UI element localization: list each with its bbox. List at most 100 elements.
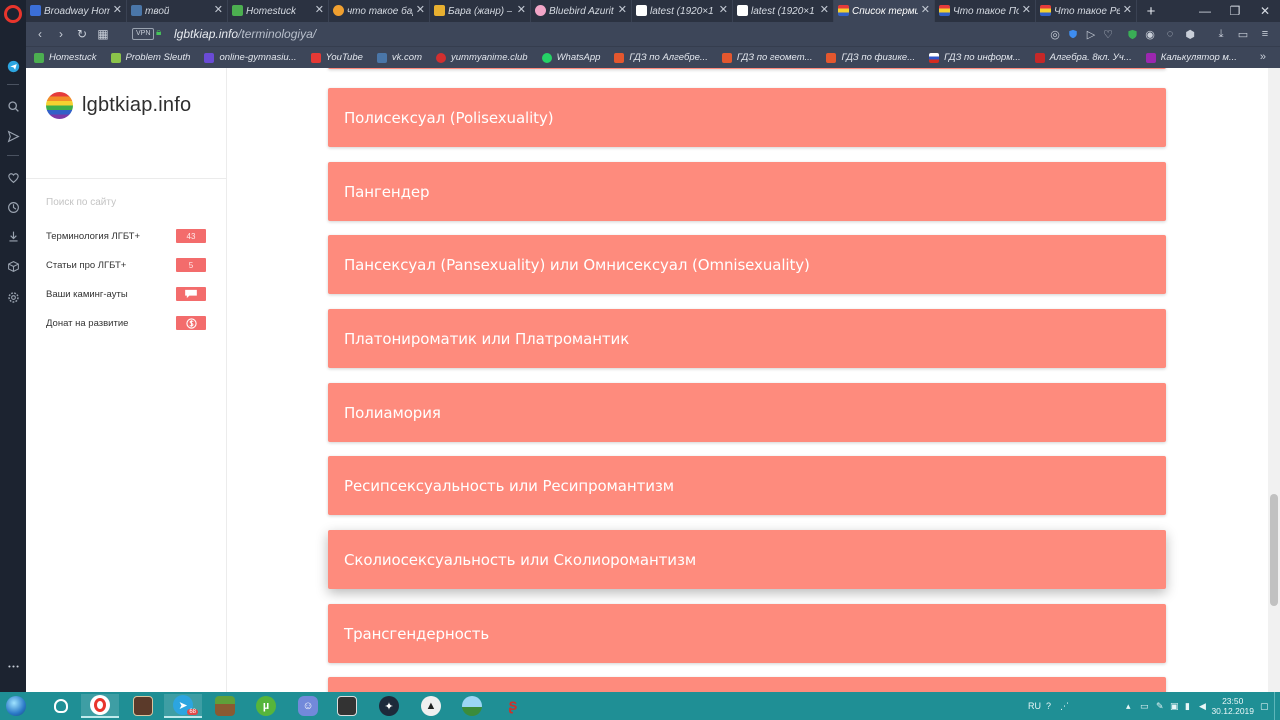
maximize-icon[interactable]: ❐ [1220, 0, 1250, 22]
notification-icon[interactable]: ▢ [1260, 692, 1269, 720]
help-icon[interactable]: ? [1046, 692, 1051, 720]
taskbar-app-game-two[interactable] [328, 694, 366, 718]
chevron-double-right-icon[interactable]: » [1260, 51, 1266, 63]
menu-item-donate[interactable]: Донат на развитие [46, 315, 206, 331]
site-search-input[interactable] [46, 194, 206, 210]
tab[interactable]: Бара (жанр) – ✕ [430, 0, 531, 22]
term-card[interactable]: Полисексуал (Polisexuality) [328, 88, 1166, 147]
bookmark-item[interactable]: WhatsApp [541, 52, 600, 63]
opera-logo-icon[interactable] [4, 5, 22, 23]
tab[interactable]: что такое бар ✕ [329, 0, 430, 22]
bookmark-item[interactable]: ГДЗ по геомет... [721, 52, 812, 63]
term-card[interactable]: Платонироматик или Платромантик [328, 309, 1166, 368]
url-field[interactable]: lgbtkiap.info/terminologiya/ [174, 27, 316, 41]
speed-dial-grid-icon[interactable]: ▦ [95, 26, 111, 42]
cube-extensions-icon[interactable] [0, 254, 26, 278]
tab[interactable]: Homestuck ✕ [228, 0, 329, 22]
tab-close-icon[interactable]: ✕ [315, 3, 324, 16]
taskbar-app-red[interactable]: ʂ [494, 694, 532, 718]
bookmark-item[interactable]: Калькулятор м... [1145, 52, 1237, 63]
term-card-partial[interactable] [328, 677, 1166, 692]
bookmark-item[interactable]: yummyanime.club [436, 52, 528, 63]
more-options-icon[interactable] [0, 654, 26, 678]
new-tab-plus-icon[interactable]: + [1137, 0, 1165, 22]
bookmark-item[interactable]: Homestuck [34, 52, 97, 63]
download-icon[interactable] [0, 224, 26, 248]
bookmark-item[interactable]: vk.com [376, 52, 422, 63]
tray-display-icon[interactable]: ▣ [1170, 692, 1179, 720]
tab[interactable]: Broadway Hom ✕ [26, 0, 127, 22]
taskbar-app-minecraft[interactable] [206, 694, 244, 718]
tab[interactable]: твой ✕ [127, 0, 228, 22]
tab-close-icon[interactable]: ✕ [921, 3, 930, 16]
bookmark-item[interactable]: ГДЗ по Алгебре... [614, 52, 708, 63]
tab-close-icon[interactable]: ✕ [517, 3, 526, 16]
forward-arrow-icon[interactable]: › [53, 26, 69, 42]
tab[interactable]: latest (1920×1 ✕ [733, 0, 834, 22]
history-clock-icon[interactable] [0, 195, 26, 219]
bookmark-item[interactable]: Problem Sleuth [110, 52, 190, 63]
bookmark-item[interactable]: ГДЗ по информ... [929, 52, 1021, 63]
bookmark-item[interactable]: YouTube [310, 52, 363, 63]
language-indicator[interactable]: RU [1028, 692, 1041, 720]
term-card[interactable]: Пангендер [328, 162, 1166, 221]
minimize-icon[interactable]: — [1190, 0, 1220, 22]
tray-signal-icon[interactable]: ▮ [1185, 692, 1190, 720]
tab-close-icon[interactable]: ✕ [1123, 3, 1132, 16]
taskbar-app-landscape[interactable] [453, 694, 491, 718]
term-card-partial[interactable] [328, 68, 1166, 69]
tab-close-icon[interactable]: ✕ [1022, 3, 1031, 16]
bookmark-item[interactable]: online-gymnasiu... [204, 52, 297, 63]
tab[interactable]: Bluebird Azurit ✕ [531, 0, 632, 22]
term-card[interactable]: Трансгендерность [328, 604, 1166, 663]
extension-vpn-shield-icon[interactable] [1125, 27, 1139, 41]
tab-close-icon[interactable]: ✕ [214, 3, 223, 16]
padlock-icon[interactable]: 🔒︎ [156, 27, 161, 38]
tab[interactable]: Что такое Ре ✕ [1036, 0, 1137, 22]
battery-saver-icon[interactable]: ▭ [1236, 27, 1250, 41]
shield-adblock-icon[interactable] [1066, 27, 1080, 41]
taskbar-app-inkscape[interactable]: ▲ [412, 694, 450, 718]
bookmark-item[interactable]: Алгебра. 8кл. Уч... [1034, 52, 1132, 63]
menu-item-coming-outs[interactable]: Ваши каминг-ауты [46, 286, 206, 302]
show-hidden-icons-chevron[interactable]: ▴ [1126, 692, 1131, 720]
tray-screen-icon[interactable]: ▭ [1140, 692, 1149, 720]
tab-close-icon[interactable]: ✕ [416, 3, 425, 16]
search-icon[interactable] [0, 94, 26, 118]
send-to-flow-icon[interactable]: ▷ [1084, 27, 1098, 41]
term-card-hovered[interactable]: Сколиосексуальность или Сколиоромантизм [328, 530, 1166, 589]
taskbar-app-game[interactable] [124, 694, 162, 718]
camera-snapshot-icon[interactable]: ◎ [1048, 27, 1062, 41]
close-window-icon[interactable]: ✕ [1250, 0, 1280, 22]
menu-item-articles[interactable]: Статьи про ЛГБТ+ 5 [46, 257, 206, 273]
tab-close-icon[interactable]: ✕ [113, 3, 122, 16]
reload-icon[interactable]: ↻ [74, 26, 90, 42]
tab[interactable]: Что такое По ✕ [935, 0, 1036, 22]
taskbar-app-opera[interactable] [81, 694, 119, 718]
vpn-badge[interactable]: VPN [132, 28, 155, 40]
taskbar-app-utorrent[interactable]: µ [247, 694, 285, 718]
term-card[interactable]: Полиамория [328, 383, 1166, 442]
taskbar-app-discord[interactable]: ☺ [289, 694, 327, 718]
start-button[interactable] [3, 695, 29, 717]
menu-item-terminology[interactable]: Терминология ЛГБТ+ 43 [46, 228, 206, 244]
send-icon[interactable] [0, 124, 26, 148]
extension-moon-icon[interactable]: ◌ [1163, 27, 1177, 41]
extension-circle-icon[interactable]: ◉ [1143, 27, 1157, 41]
system-clock[interactable]: 23:50 30.12.2019 [1211, 696, 1254, 716]
taskbar-app-hollow-knight[interactable] [42, 694, 80, 718]
term-card[interactable]: Пансексуал (Pansexuality) или Омнисексуа… [328, 235, 1166, 294]
tab[interactable]: latest (1920×1 ✕ [632, 0, 733, 22]
tab-active[interactable]: Список терми ✕ [834, 0, 935, 22]
heart-bookmark-icon[interactable]: ♡ [1101, 27, 1115, 41]
tray-pen-icon[interactable]: ✎ [1156, 692, 1164, 720]
telegram-icon[interactable] [0, 54, 26, 78]
back-arrow-icon[interactable]: ‹ [32, 26, 48, 42]
term-card[interactable]: Ресипсексуальность или Ресипромантизм [328, 456, 1166, 515]
show-desktop-button[interactable] [1274, 692, 1280, 720]
easy-setup-menu-icon[interactable]: ≡ [1258, 27, 1272, 41]
site-logo[interactable]: lgbtkiap.info [46, 92, 191, 119]
page-scrollbar[interactable] [1268, 68, 1280, 692]
heart-icon[interactable] [0, 165, 26, 189]
taskbar-app-steam-like[interactable]: ✦ [370, 694, 408, 718]
